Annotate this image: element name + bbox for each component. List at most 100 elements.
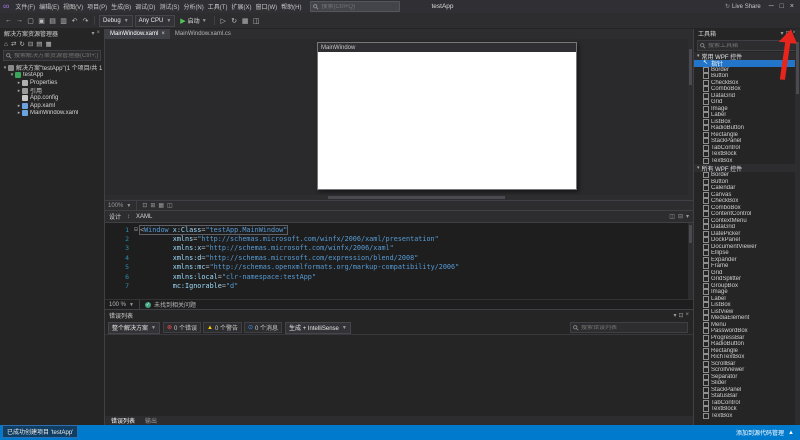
switch-views-icon[interactable]: ⇄ (11, 40, 16, 48)
menu-item[interactable]: 调试(D) (133, 2, 157, 11)
toolbox-item-label: Frame (711, 263, 729, 270)
editor-zoom-value[interactable]: 100 % (109, 302, 126, 308)
tree-item[interactable]: ▸ 引用 (0, 87, 104, 94)
quick-search-input[interactable] (321, 3, 398, 10)
undo-icon[interactable]: ↶ (70, 17, 79, 25)
toolbox-section-header[interactable]: ▾ 所有 WPF 控件 (694, 164, 800, 172)
code-text[interactable]: xmlns:mc="http://schemas.openxmlformats.… (140, 263, 459, 271)
tree-item[interactable]: ▸ MainWindow.xaml (0, 110, 104, 118)
error-list-search-box[interactable] (570, 322, 688, 333)
menu-item[interactable]: 文件(F) (13, 2, 37, 11)
find-in-files-icon[interactable]: ◫ (252, 17, 261, 25)
show-all-files-icon[interactable]: ▤ (36, 40, 42, 48)
tree-item[interactable]: ▾ 解决方案"testApp"(1 个项目/共 1 个) (0, 64, 104, 72)
tree-item[interactable]: ▸ App.xaml (0, 102, 104, 110)
configuration-dropdown[interactable]: Debug ▼ (99, 14, 133, 27)
code-text[interactable]: xmlns="http://schemas.microsoft.com/winf… (140, 235, 439, 243)
menu-item[interactable]: 工具(T) (206, 2, 230, 11)
close-icon[interactable]: × (96, 30, 100, 37)
toolbox-scrollbar[interactable] (795, 28, 800, 425)
error-scope-dropdown[interactable]: 整个解决方案 ▼ (108, 321, 160, 334)
swap-panes-icon[interactable]: ↕ (127, 214, 130, 220)
zoom-fit-icon[interactable]: ⊡ (142, 202, 147, 209)
menu-item[interactable]: 视图(V) (61, 2, 85, 11)
snaplines-icon[interactable]: ◫ (167, 202, 173, 209)
bottom-tab[interactable]: 错误列表 (107, 416, 139, 425)
xaml-designer[interactable]: MainWindow (105, 39, 693, 195)
filter-button[interactable]: ⊗ 0 个错误 (162, 322, 202, 333)
hot-reload-icon[interactable]: ↻ (230, 17, 239, 25)
tree-item[interactable]: ▾ testApp (0, 72, 104, 80)
designer-horizontal-scrollbar[interactable] (105, 195, 693, 200)
solution-search-input[interactable] (14, 52, 98, 59)
collapse-pane-icon[interactable]: ▾ (686, 213, 689, 220)
designer-zoom-value[interactable]: 100% (108, 203, 123, 209)
live-share-button[interactable]: ↻ Live Share (725, 3, 761, 11)
filter-button[interactable]: ⊙ 0 个消息 (243, 322, 283, 333)
open-file-icon[interactable]: ▣ (37, 17, 46, 25)
tab-close-icon[interactable]: × (161, 31, 165, 37)
menu-item[interactable]: 扩展(X) (229, 2, 253, 11)
grid-toggle-icon[interactable]: ⊞ (150, 202, 155, 209)
platform-dropdown[interactable]: Any CPU ▼ (134, 14, 176, 27)
editor-tab[interactable]: MainWindow.xaml × (105, 28, 170, 39)
nav-forward-icon[interactable]: → (15, 17, 24, 25)
tree-item[interactable]: ▸ Properties (0, 79, 104, 87)
preview-window-title: MainWindow (321, 44, 356, 51)
up-caret-icon[interactable]: ▲ (788, 430, 794, 436)
window-position-icon[interactable]: ▾ (91, 30, 94, 37)
error-list-search-input[interactable] (581, 324, 685, 331)
menu-item[interactable]: 分析(N) (181, 2, 205, 11)
menu-item[interactable]: 生成(B) (109, 2, 133, 11)
nav-back-icon[interactable]: ← (4, 17, 13, 25)
solution-configurations-icon[interactable]: ▦ (241, 17, 250, 25)
filter-button[interactable]: ▲ 0 个警告 (203, 322, 242, 333)
add-to-source-control-button[interactable]: 添加到源代码管理 (736, 428, 784, 437)
document-health-icon[interactable]: ✓ (144, 301, 151, 308)
menu-item[interactable]: 测试(S) (157, 2, 181, 11)
save-all-icon[interactable]: ▥ (59, 17, 68, 25)
properties-icon[interactable]: ▦ (45, 40, 51, 48)
maximize-button[interactable]: □ (777, 0, 787, 13)
toolbox-item[interactable]: TextBox (694, 412, 800, 420)
pin-icon[interactable]: ⊡ (678, 312, 683, 319)
fold-collapse-icon[interactable]: ⊟ (132, 226, 140, 233)
horizontal-split-icon[interactable]: ⊟ (678, 213, 683, 220)
vertical-split-icon[interactable]: ◫ (669, 213, 675, 220)
bottom-tab[interactable]: 输出 (141, 416, 161, 425)
xaml-code-editor[interactable]: 1 ⊟ <Window x:Class="testApp.MainWindow" 2 … (105, 223, 693, 299)
design-pane-label[interactable]: 设计 (109, 212, 121, 221)
editor-tab[interactable]: MainWindow.xaml.cs (170, 28, 236, 39)
control-icon (703, 66, 709, 73)
close-icon[interactable]: × (685, 312, 689, 319)
new-project-icon[interactable]: ▢ (26, 17, 35, 25)
code-text[interactable]: mc:Ignorable="d" (140, 282, 238, 290)
error-provider-dropdown[interactable]: 生成 + IntelliSense ▼ (285, 321, 351, 334)
start-debugging-button[interactable]: ▶ 启动 ▼ (177, 16, 209, 26)
home-icon[interactable]: ⌂ (4, 41, 8, 48)
menu-item[interactable]: 项目(P) (85, 2, 109, 11)
menu-item[interactable]: 窗口(W) (253, 2, 279, 11)
toolbox-item-label: ScrollBar (711, 360, 736, 367)
code-text[interactable]: xmlns:x="http://schemas.microsoft.com/wi… (140, 244, 394, 252)
snap-grid-icon[interactable]: ▦ (158, 202, 164, 209)
designer-window-preview[interactable]: MainWindow (317, 42, 577, 190)
code-text[interactable]: <Window x:Class="testApp.MainWindow" (138, 224, 289, 235)
code-text[interactable]: xmlns:d="http://schemas.microsoft.com/ex… (140, 254, 419, 262)
collapse-all-icon[interactable]: ⊟ (28, 40, 33, 48)
code-text[interactable]: xmlns:local="clr-namespace:testApp" (140, 273, 316, 281)
menu-item[interactable]: 帮助(H) (279, 2, 303, 11)
menu-item[interactable]: 编辑(E) (37, 2, 61, 11)
refresh-icon[interactable]: ↻ (19, 40, 24, 48)
solution-search-box[interactable] (3, 50, 101, 61)
xaml-pane-label[interactable]: XAML (136, 214, 152, 220)
design-xaml-splitter[interactable]: 设计 ↕ XAML ◫ ⊟ ▾ (105, 210, 693, 223)
close-button[interactable]: × (787, 0, 797, 13)
attach-icon[interactable]: ▷ (219, 17, 228, 25)
redo-icon[interactable]: ↷ (81, 17, 90, 25)
tree-item[interactable]: App.config (0, 94, 104, 102)
minimize-button[interactable]: ─ (766, 0, 777, 13)
save-icon[interactable]: ▤ (48, 17, 57, 25)
window-position-icon[interactable]: ▾ (673, 312, 676, 319)
quick-search-box[interactable] (310, 1, 401, 12)
